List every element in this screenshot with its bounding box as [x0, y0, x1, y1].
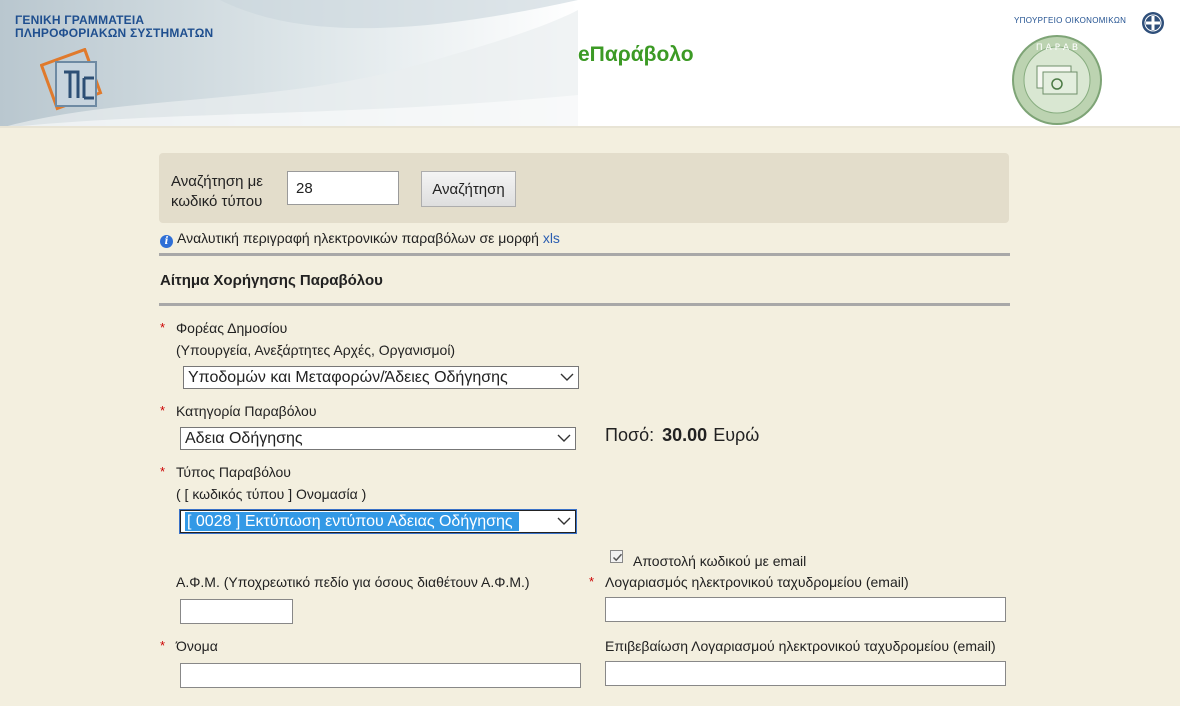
- eparavolo-logo-icon: Π Α Ρ Α Β: [1012, 35, 1102, 125]
- amount-display: Ποσό: 30.00 Ευρώ: [605, 425, 759, 446]
- xls-download-link[interactable]: xls: [543, 230, 560, 246]
- required-marker: *: [160, 464, 166, 479]
- email-input[interactable]: [605, 597, 1006, 622]
- afm-input[interactable]: [180, 599, 293, 624]
- ministry-label: ΥΠΟΥΡΓΕΙΟ ΟΙΚΟΝΟΜΙΚΩΝ: [1014, 16, 1127, 25]
- category-select[interactable]: Αδεια Οδήγησης: [180, 427, 576, 450]
- divider-top: [159, 253, 1010, 256]
- agency-label: Φορέας Δημοσίου: [176, 320, 288, 336]
- section-title: Αίτημα Χορήγησης Παραβόλου: [160, 272, 383, 289]
- chevron-down-icon: [557, 517, 571, 525]
- search-label: Αναζήτηση με κωδικό τύπου: [171, 172, 263, 212]
- chevron-down-icon: [557, 434, 571, 442]
- search-panel: Αναζήτηση με κωδικό τύπου Αναζήτηση: [159, 153, 1009, 223]
- type-hint: ( [ κωδικός τύπου ] Ονομασία ): [176, 486, 367, 502]
- category-label: Κατηγορία Παραβόλου: [176, 403, 317, 419]
- required-marker: *: [160, 638, 166, 653]
- agency-select[interactable]: Υποδομών και Μεταφορών/Άδειες Οδήγησης: [183, 366, 579, 389]
- afm-label: Α.Φ.Μ. (Υποχρεωτικό πεδίο για όσους διαθ…: [176, 574, 530, 590]
- divider-section: [159, 303, 1010, 306]
- amount-currency: Ευρώ: [713, 425, 760, 445]
- checkmark-icon: [612, 553, 623, 562]
- email-confirm-label: Επιβεβαίωση Λογαριασμού ηλεκτρονικού ταχ…: [605, 638, 996, 654]
- chevron-down-icon: [560, 373, 574, 381]
- agency-select-value: Υποδομών και Μεταφορών/Άδειες Οδήγησης: [188, 369, 508, 386]
- type-code-search-input[interactable]: [287, 171, 399, 205]
- category-select-value: Αδεια Οδήγησης: [185, 430, 303, 447]
- gsis-title-line2: ΠΛΗΡΟΦΟΡΙΑΚΩΝ ΣΥΣΤΗΜΑΤΩΝ: [15, 26, 214, 40]
- app-title: eΠαράβολο: [578, 43, 694, 66]
- send-email-checkbox[interactable]: [610, 550, 623, 563]
- amount-label: Ποσό:: [605, 425, 655, 445]
- svg-text:Π Α Ρ Α Β: Π Α Ρ Α Β: [1036, 43, 1078, 53]
- info-line: i Αναλυτική περιγραφή ηλεκτρονικών παραβό…: [160, 230, 560, 248]
- email-confirm-input[interactable]: [605, 661, 1006, 686]
- search-button[interactable]: Αναζήτηση: [421, 171, 516, 207]
- name-input[interactable]: [180, 663, 581, 688]
- info-icon: i: [160, 235, 173, 248]
- agency-hint: (Υπουργεία, Ανεξάρτητες Αρχές, Οργανισμο…: [176, 342, 456, 358]
- email-label: Λογαριασμός ηλεκτρονικού ταχυδρομείου (e…: [605, 574, 909, 590]
- greek-emblem-icon: [1142, 12, 1164, 34]
- gsis-logo-icon: [40, 48, 103, 111]
- required-marker: *: [589, 574, 595, 589]
- amount-value: 30.00: [662, 425, 708, 445]
- search-label-line2: κωδικό τύπου: [171, 193, 263, 210]
- send-email-label: Αποστολή κωδικού με email: [633, 553, 807, 569]
- gsis-title: ΓΕΝΙΚΗ ΓΡΑΜΜΑΤΕΙΑ ΠΛΗΡΟΦΟΡΙΑΚΩΝ ΣΥΣΤΗΜΑΤ…: [15, 14, 213, 40]
- required-marker: *: [160, 320, 166, 335]
- page-header: ΓΕΝΙΚΗ ΓΡΑΜΜΑΤΕΙΑ ΠΛΗΡΟΦΟΡΙΑΚΩΝ ΣΥΣΤΗΜΑΤ…: [0, 0, 1180, 128]
- type-select[interactable]: [ 0028 ] Εκτύπωση εντύπου Αδειας Οδήγηση…: [179, 509, 577, 534]
- required-marker: *: [160, 403, 166, 418]
- type-label: Τύπος Παραβόλου: [176, 464, 291, 480]
- name-label: Όνομα: [176, 638, 218, 654]
- search-label-line1: Αναζήτηση με: [171, 173, 263, 190]
- type-select-value: [ 0028 ] Εκτύπωση εντύπου Αδειας Οδήγηση…: [185, 512, 519, 531]
- info-text: Αναλυτική περιγραφή ηλεκτρονικών παραβόλ…: [177, 230, 539, 246]
